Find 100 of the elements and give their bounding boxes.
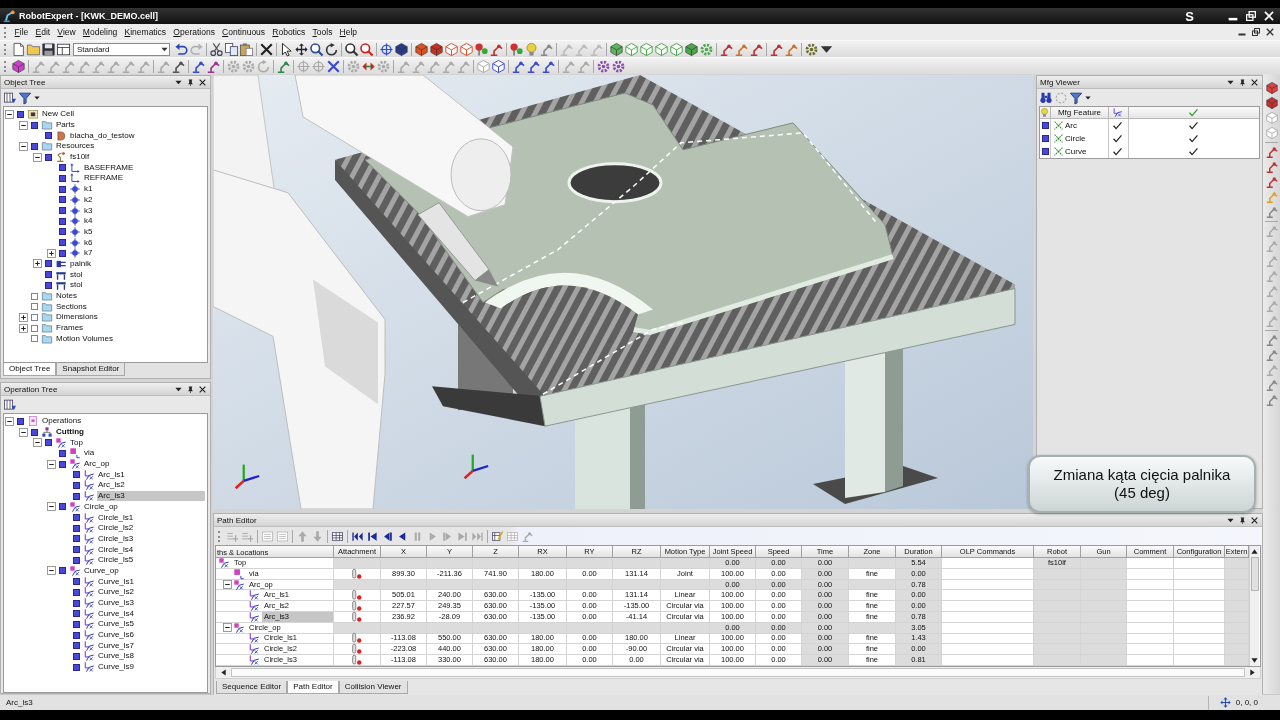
- cube-outline-icon[interactable]: [625, 42, 638, 56]
- tree-item[interactable]: Curve_ls7: [97, 640, 135, 651]
- pins-icon[interactable]: [475, 42, 488, 56]
- robot-arm-icon[interactable]: [735, 42, 748, 56]
- visibility-checkbox[interactable]: [59, 164, 66, 172]
- tree-item[interactable]: Top: [69, 437, 84, 448]
- cube-icon[interactable]: [685, 42, 698, 56]
- visibility-checkbox[interactable]: [59, 503, 66, 511]
- menu-item[interactable]: Help: [336, 26, 361, 38]
- robot-arm-icon[interactable]: [785, 42, 798, 56]
- column-layout-icon[interactable]: [4, 398, 16, 411]
- column-layout-icon[interactable]: [4, 91, 16, 104]
- close-icon[interactable]: [199, 385, 206, 393]
- collapse-icon[interactable]: [47, 459, 56, 469]
- collapse-icon[interactable]: [33, 438, 42, 448]
- clipboard-icon[interactable]: [240, 42, 253, 56]
- visibility-checkbox[interactable]: [59, 185, 66, 193]
- collapse-icon[interactable]: [223, 623, 232, 633]
- robot-arm-icon[interactable]: [1265, 394, 1278, 406]
- cube-icon[interactable]: [12, 59, 25, 73]
- tree-item[interactable]: Circle_ls3: [97, 533, 135, 544]
- column-header[interactable]: [1109, 107, 1129, 119]
- tree-item[interactable]: stol: [69, 269, 84, 280]
- close-icon[interactable]: [199, 78, 206, 86]
- move-icon[interactable]: [295, 42, 308, 56]
- menu-item[interactable]: Kinematics: [120, 26, 170, 38]
- visibility-checkbox[interactable]: [59, 449, 66, 457]
- tree-item[interactable]: Sections: [55, 301, 88, 312]
- rotate-icon[interactable]: [325, 42, 338, 56]
- menu-item[interactable]: Modeling: [79, 26, 121, 38]
- visibility-checkbox[interactable]: [31, 313, 38, 321]
- play-back-icon[interactable]: [397, 530, 408, 542]
- robot-arm-icon[interactable]: [540, 42, 553, 56]
- table-grid-icon[interactable]: [332, 530, 343, 542]
- cross-icon[interactable]: [327, 59, 340, 73]
- tree-item[interactable]: k4: [83, 216, 94, 227]
- cube-icon[interactable]: [1265, 82, 1278, 94]
- dropdown-arrow-icon[interactable]: [34, 94, 40, 101]
- tree-item[interactable]: Curve_op: [83, 565, 120, 576]
- robot-arm-icon[interactable]: [770, 42, 783, 56]
- visibility-checkbox[interactable]: [31, 142, 38, 150]
- tree-item[interactable]: Arc_ls3: [97, 491, 205, 502]
- tree-item[interactable]: Curve_ls3: [97, 598, 135, 609]
- visibility-checkbox[interactable]: [31, 303, 38, 311]
- robot-arm-icon[interactable]: [720, 42, 733, 56]
- cube-outline-icon[interactable]: [445, 42, 458, 56]
- pin-icon[interactable]: [187, 385, 194, 393]
- crosshair-icon[interactable]: [380, 42, 393, 56]
- visibility-checkbox[interactable]: [73, 599, 80, 607]
- pins-icon[interactable]: [510, 42, 523, 56]
- visibility-checkbox[interactable]: [17, 110, 24, 118]
- visibility-checkbox[interactable]: [31, 292, 38, 300]
- tree-item[interactable]: k2: [83, 194, 94, 205]
- tree-item[interactable]: Notes: [55, 291, 78, 302]
- magnifier-icon[interactable]: [310, 42, 323, 56]
- visibility-checkbox[interactable]: [73, 610, 80, 618]
- expand-icon[interactable]: [19, 312, 28, 322]
- menu-item[interactable]: Edit: [31, 26, 54, 38]
- collapse-icon[interactable]: [47, 566, 56, 576]
- visibility-checkbox[interactable]: [73, 492, 80, 500]
- tree-item[interactable]: Curve_ls4: [97, 608, 135, 619]
- tree-item[interactable]: stol: [69, 280, 84, 291]
- collapse-icon[interactable]: [5, 416, 14, 426]
- tree-item[interactable]: Circle_ls1: [97, 512, 135, 523]
- visibility-checkbox[interactable]: [59, 249, 66, 257]
- column-header[interactable]: Mfg Feature: [1051, 107, 1109, 119]
- visibility-checkbox[interactable]: [59, 196, 66, 204]
- tree-item[interactable]: Curve_ls6: [97, 630, 135, 641]
- tree-item[interactable]: Frames: [55, 323, 85, 334]
- filter-icon[interactable]: [1070, 91, 1082, 104]
- tab[interactable]: Object Tree: [3, 363, 57, 376]
- tree-item[interactable]: BASEFRAME: [83, 162, 135, 173]
- collapse-icon[interactable]: [19, 120, 28, 130]
- tree-item[interactable]: Arc_ls1: [97, 469, 126, 480]
- pin-icon[interactable]: [1239, 78, 1246, 86]
- visibility-checkbox[interactable]: [73, 588, 80, 596]
- collapse-icon[interactable]: [33, 152, 42, 162]
- tree-item[interactable]: palnik: [69, 258, 92, 269]
- scrollbar-thumb[interactable]: [1250, 557, 1259, 591]
- view-style-dropdown[interactable]: Standard: [73, 42, 170, 56]
- tree-item[interactable]: Arc_ls2: [97, 480, 126, 491]
- restore-window-icon[interactable]: [1246, 11, 1256, 21]
- tree-item[interactable]: New Cell: [41, 109, 75, 120]
- expand-icon[interactable]: [33, 259, 42, 269]
- visibility-checkbox[interactable]: [45, 153, 52, 161]
- visibility-checkbox[interactable]: [59, 207, 66, 215]
- tab[interactable]: Sequence Editor: [216, 680, 288, 694]
- cube-outline-icon[interactable]: [670, 42, 683, 56]
- visibility-checkbox[interactable]: [31, 428, 38, 436]
- collapse-icon[interactable]: [5, 109, 14, 119]
- tree-item[interactable]: Curve_ls5: [97, 619, 135, 630]
- tree-item[interactable]: REFRAME: [83, 173, 125, 184]
- visibility-checkbox[interactable]: [59, 460, 66, 468]
- menu-item[interactable]: File: [11, 26, 32, 38]
- close-icon[interactable]: [1266, 28, 1274, 36]
- copy-icon[interactable]: [225, 42, 238, 56]
- tree-item[interactable]: Arc_op: [83, 459, 111, 470]
- vertical-scrollbar[interactable]: [1249, 546, 1259, 666]
- close-icon[interactable]: [1251, 78, 1258, 86]
- tree-item[interactable]: k7: [83, 248, 94, 259]
